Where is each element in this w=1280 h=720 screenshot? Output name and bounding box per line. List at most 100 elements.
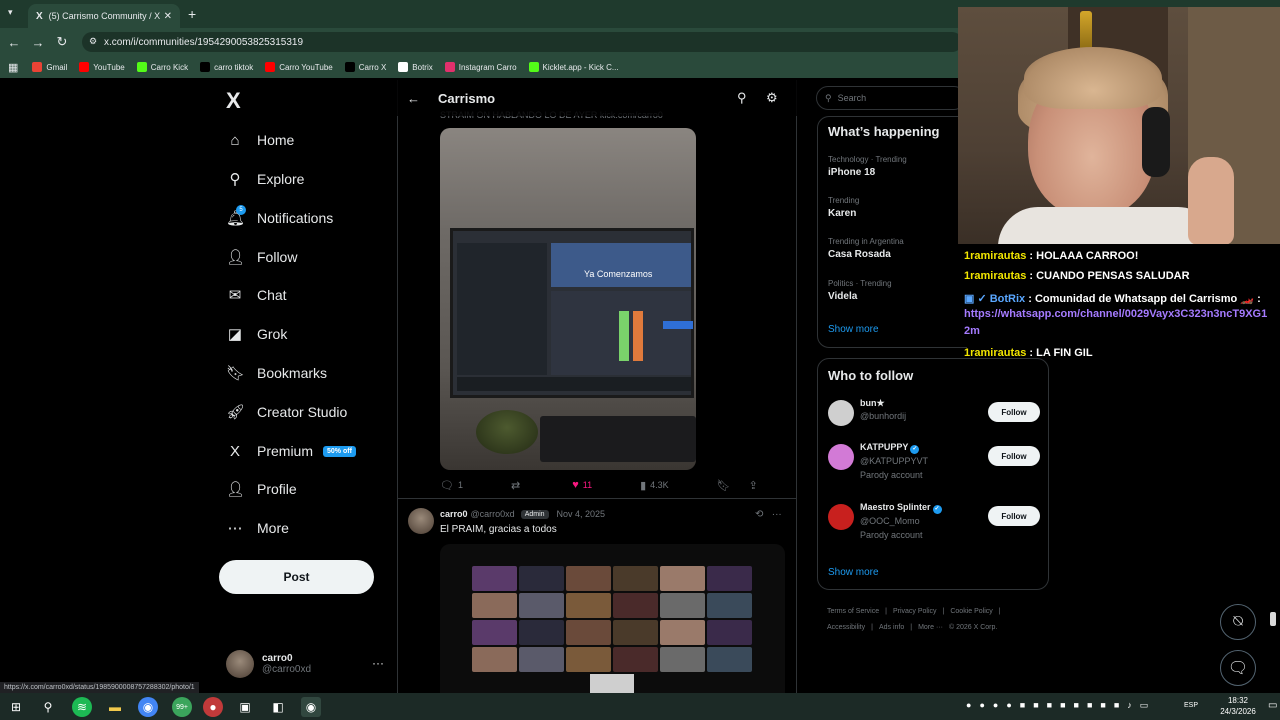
like-button[interactable]: ♥ 11 [572, 479, 592, 491]
who-to-follow-show-more[interactable]: Show more [828, 567, 879, 578]
app-tray-icon[interactable]: ■ [1020, 700, 1025, 711]
footer-link[interactable]: Terms of Service [827, 608, 879, 615]
whatsapp-tray-icon[interactable]: ● [979, 700, 984, 711]
app-tray-icon[interactable]: ● [993, 700, 998, 711]
follow-button[interactable]: Follow [988, 506, 1040, 526]
sidebar-item-follow[interactable]: 👤︎ Follow [226, 243, 297, 271]
app-tray-icon[interactable]: ■ [1033, 700, 1038, 711]
back-arrow-icon[interactable]: ← [407, 91, 420, 106]
file-explorer-icon[interactable]: ▬ [105, 697, 125, 717]
bookmark-item[interactable]: carro tiktok [200, 62, 253, 72]
sidebar-item-home[interactable]: ⌂ Home [226, 126, 294, 154]
trend-item[interactable]: Trending Karen [828, 196, 859, 219]
who-to-follow-item[interactable]: bun★ @bunhordij Follow [828, 398, 1040, 438]
who-to-follow-item[interactable]: KATPUPPY ✓ @KATPUPPYVT Parody account Follow [828, 442, 1040, 482]
settings-gear-icon[interactable]: ⚙︎ [766, 90, 778, 106]
app-tray-icon[interactable]: ■ [1087, 700, 1092, 711]
search-icon[interactable]: ⚲ [38, 697, 58, 717]
windows-start-icon[interactable]: ⊞ [6, 697, 26, 717]
footer-link[interactable]: Ads info [879, 624, 904, 631]
share-button[interactable]: ⇪ [749, 479, 762, 492]
grok-float-icon[interactable]: ⍉ [1220, 604, 1256, 640]
sidebar-item-more[interactable]: ⋯ More [226, 514, 289, 542]
steam-icon[interactable]: ◧ [268, 697, 288, 717]
apps-grid-icon[interactable]: ▦ [8, 61, 18, 74]
spotify-tray-icon[interactable]: ● [966, 700, 971, 711]
app-tray-icon[interactable]: ■ [1100, 700, 1105, 711]
reply-button[interactable]: 🗨︎ 1 [440, 479, 463, 492]
clock[interactable]: 18:32 24/3/2026 [1208, 695, 1268, 717]
bookmark-item[interactable]: Carro X [344, 62, 386, 72]
language-indicator[interactable]: ESP [1184, 702, 1198, 709]
chrome-active-icon[interactable]: ◉ [301, 697, 321, 717]
x-logo[interactable]: X [226, 88, 241, 114]
trends-show-more[interactable]: Show more [828, 324, 879, 335]
store-icon[interactable]: ▣ [235, 697, 255, 717]
app-tray-icon[interactable]: ■ [1114, 700, 1119, 711]
sidebar-item-grok[interactable]: ◪ Grok [226, 320, 287, 348]
footer-link[interactable]: More ··· [918, 624, 943, 631]
trend-item[interactable]: Trending in Argentina Casa Rosada [828, 237, 904, 260]
tweet-author-handle[interactable]: @carro0xd [471, 509, 515, 519]
follow-button[interactable]: Follow [988, 446, 1040, 466]
close-tab-icon[interactable]: ✕ [164, 11, 172, 22]
sidebar-item-creator-studio[interactable]: 🚀︎ Creator Studio [226, 398, 347, 426]
footer-link[interactable]: Cookie Policy [950, 608, 992, 615]
chrome-icon[interactable]: ◉ [138, 697, 158, 717]
volume-icon[interactable]: ♪ [1127, 700, 1132, 711]
battery-icon[interactable]: ▭ [1140, 700, 1149, 711]
views-button[interactable]: ▮ 4.3K [640, 479, 669, 492]
spotify-icon[interactable]: ≋ [72, 697, 92, 717]
footer-link[interactable]: Privacy Policy [893, 608, 937, 615]
sidebar-item-chat[interactable]: ✉ Chat [226, 281, 287, 309]
grok-icon[interactable]: ⟲ [755, 509, 763, 520]
address-bar[interactable]: ⚙︎ x.com/i/communities/19542900538253153… [82, 32, 962, 52]
forward-icon[interactable]: → [26, 35, 50, 50]
bookmark-item[interactable]: YouTube [79, 62, 125, 72]
app-tray-icon[interactable]: ■ [1047, 700, 1052, 711]
bookmark-item[interactable]: Gmail [32, 62, 67, 72]
messages-float-icon[interactable]: 🗨︎ [1220, 650, 1256, 686]
tab-search-icon[interactable]: ▾ [8, 7, 13, 18]
obs-icon[interactable]: ● [203, 697, 223, 717]
scrollbar-thumb[interactable] [1270, 612, 1276, 626]
app-tray-icon[interactable]: ■ [1074, 700, 1079, 711]
site-info-icon[interactable]: ⚙︎ [89, 36, 97, 47]
bookmark-item[interactable]: Botrix [398, 62, 433, 72]
bookmark-item[interactable]: Carro Kick [136, 62, 188, 72]
tweet-date[interactable]: Nov 4, 2025 [557, 509, 606, 519]
account-more-icon[interactable]: ··· [372, 656, 384, 670]
reload-icon[interactable]: ↻ [50, 34, 74, 50]
search-icon[interactable]: ⚲ [737, 90, 747, 106]
footer-link[interactable]: Accessibility [827, 624, 865, 631]
notification-center-icon[interactable]: ▭ [1268, 700, 1277, 711]
sidebar-item-premium[interactable]: X Premium 50% off [226, 437, 356, 465]
tweet-author-name[interactable]: carro0 [440, 509, 468, 519]
bookmark-item[interactable]: Instagram Carro [444, 62, 517, 72]
chat-link[interactable]: 2m [964, 325, 980, 337]
bookmark-item[interactable]: Kicklet.app - Kick C... [528, 62, 619, 72]
tweet-more-icon[interactable]: ··· [772, 509, 782, 520]
search-input[interactable]: ⚲ Search [816, 86, 966, 110]
browser-tab[interactable]: X (5) Carrismo Community / X ✕ [28, 4, 180, 28]
new-tab-icon[interactable]: + [188, 6, 196, 22]
follow-button[interactable]: Follow [988, 402, 1040, 422]
bookmark-item[interactable]: Carro YouTube [265, 62, 333, 72]
back-icon[interactable]: ← [2, 35, 26, 50]
post-button[interactable]: Post [219, 560, 374, 594]
avatar[interactable] [408, 508, 434, 534]
sidebar-item-explore[interactable]: ⚲ Explore [226, 165, 305, 193]
retweet-button[interactable]: ⇄ [511, 479, 524, 492]
tweet-photo[interactable]: Ya Comenzamos [440, 128, 696, 470]
trend-item[interactable]: Politics · Trending Videla [828, 279, 892, 302]
sidebar-item-bookmarks[interactable]: 🔖︎ Bookmarks [226, 359, 327, 387]
chat-link[interactable]: https://whatsapp.com/channel/0029Vayx3C3… [964, 308, 1267, 320]
account-switcher[interactable]: carro0 @carro0xd [226, 648, 386, 680]
footer-link[interactable]: © 2026 X Corp. [949, 624, 997, 631]
whatsapp-icon[interactable]: 99+ [172, 697, 192, 717]
who-to-follow-item[interactable]: Maestro Splinter ✓ @OOC_Momo Parody account… [828, 502, 1040, 542]
tweet-photo[interactable] [440, 544, 785, 694]
sidebar-item-profile[interactable]: 👤︎ Profile [226, 475, 297, 503]
app-tray-icon[interactable]: ● [1006, 700, 1011, 711]
trend-item[interactable]: Technology · Trending iPhone 18 [828, 155, 907, 178]
